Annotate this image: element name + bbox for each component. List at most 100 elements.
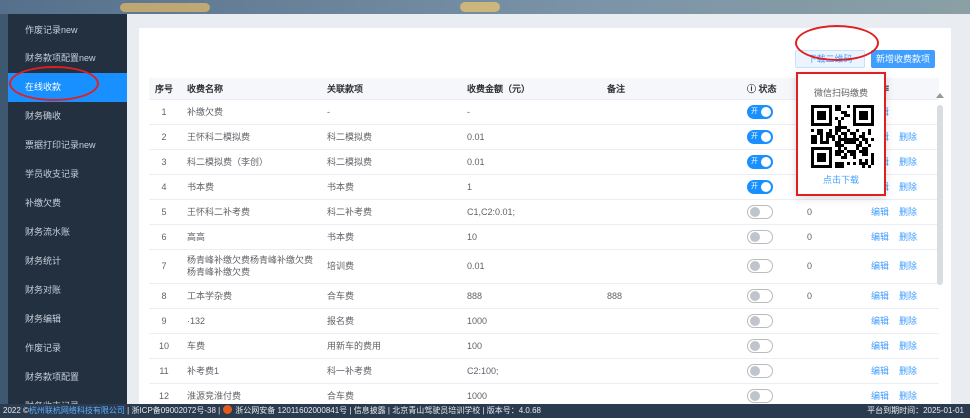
cell-index: 5: [149, 199, 179, 225]
delete-link[interactable]: 删除: [899, 182, 917, 192]
edit-link[interactable]: 编辑: [871, 366, 889, 376]
cell-amount: 10: [459, 224, 599, 250]
delete-link[interactable]: 删除: [899, 316, 917, 326]
cell-remark: [599, 174, 739, 200]
delete-link[interactable]: 删除: [899, 391, 917, 401]
cell-sort: 0: [799, 249, 863, 284]
cell-related: 书本费: [319, 174, 459, 200]
delete-link[interactable]: 删除: [899, 341, 917, 351]
cell-index: 8: [149, 283, 179, 309]
cell-index: 9: [149, 308, 179, 334]
cell-name: 杨青峰补缴欠费杨青峰补缴欠费杨青峰补缴欠费: [179, 249, 319, 284]
edit-link[interactable]: 编辑: [871, 341, 889, 351]
footer-icp[interactable]: | 浙ICP备09002072号-38 |: [127, 406, 220, 415]
scroll-thumb[interactable]: [937, 105, 943, 285]
cell-related: 科一补考费: [319, 358, 459, 384]
cell-amount: 0.01: [459, 124, 599, 150]
sidebar-item[interactable]: 财务对账: [8, 276, 127, 305]
delete-link[interactable]: 删除: [899, 132, 917, 142]
status-toggle[interactable]: 关: [747, 363, 773, 378]
cell-name: 淮源竞淮付费: [179, 383, 319, 404]
add-charge-item-button[interactable]: 新增收费款项: [871, 50, 935, 68]
footer-company-link[interactable]: 杭州联杭网络科技有限公司: [29, 406, 125, 415]
sidebar-item[interactable]: 学员收支记录: [8, 160, 127, 189]
cell-related: 科二模拟费: [319, 149, 459, 175]
edit-link[interactable]: 编辑: [871, 261, 889, 271]
table-row: 12淮源竞淮付费合车费1000 关 编辑删除: [149, 383, 939, 404]
edit-link[interactable]: 编辑: [871, 291, 889, 301]
table-row: 11补考费1科一补考费C2:100; 关 编辑删除: [149, 358, 939, 384]
main-content: 下载二维码 新增收费款项 序号 收费名称 关联款项 收费金额（元） 备注 ⓘ 状…: [127, 14, 970, 404]
cell-amount: 0.01: [459, 249, 599, 284]
cell-amount: 100: [459, 333, 599, 359]
status-toggle[interactable]: 关: [747, 388, 773, 403]
sidebar-item[interactable]: 在线收款: [8, 73, 127, 102]
footer-copyright: 2022 ©: [3, 406, 29, 415]
cell-status: 关: [739, 224, 799, 250]
sidebar-item[interactable]: 财务款项配置: [8, 363, 127, 392]
status-toggle[interactable]: 关: [747, 259, 773, 273]
sidebar-item[interactable]: 作废记录new: [8, 14, 127, 44]
table-row: 5王怀科二补考费科二补考费C1,C2:0.01;关0编辑删除: [149, 199, 939, 225]
cell-index: 1: [149, 99, 179, 125]
edit-link[interactable]: 编辑: [871, 391, 889, 401]
sidebar-item[interactable]: 补缴欠费: [8, 189, 127, 218]
delete-link[interactable]: 删除: [899, 207, 917, 217]
edit-link[interactable]: 编辑: [871, 207, 889, 217]
toggle-knob: [761, 156, 771, 167]
sidebar-item[interactable]: 财务确收: [8, 102, 127, 131]
cell-index: 6: [149, 224, 179, 250]
delete-link[interactable]: 删除: [899, 291, 917, 301]
cell-related: 科二模拟费: [319, 124, 459, 150]
toggle-label: 开: [751, 107, 758, 115]
cell-status: 开: [739, 174, 799, 200]
status-toggle[interactable]: 开: [747, 104, 773, 119]
scroll-up-arrow-icon[interactable]: [936, 93, 944, 98]
edit-link[interactable]: 编辑: [871, 316, 889, 326]
cell-index: 12: [149, 383, 179, 404]
cell-ops: 编辑删除: [863, 224, 939, 250]
status-toggle[interactable]: 关: [747, 204, 773, 219]
cell-index: 10: [149, 333, 179, 359]
delete-link[interactable]: 删除: [899, 232, 917, 242]
delete-link[interactable]: 删除: [899, 261, 917, 271]
footer-police[interactable]: 浙公网安备 12011602000841号 | 信息披露 | 北京青山驾驶员培训…: [235, 406, 541, 415]
status-toggle[interactable]: 关: [747, 288, 773, 303]
delete-link[interactable]: 删除: [899, 157, 917, 167]
cell-remark: [599, 358, 739, 384]
status-toggle[interactable]: 开: [747, 179, 773, 194]
cell-sort: [799, 333, 863, 359]
sidebar-item[interactable]: 财务统计: [8, 247, 127, 276]
toggle-knob: [750, 231, 760, 242]
cell-sort: 0: [799, 283, 863, 309]
sidebar-item[interactable]: 财务流水账: [8, 218, 127, 247]
cell-remark: [599, 149, 739, 175]
cell-ops: 编辑删除: [863, 249, 939, 284]
cell-status: 开: [739, 124, 799, 150]
status-toggle[interactable]: 关: [747, 338, 773, 353]
cell-index: 2: [149, 124, 179, 150]
table-row: 10车费用新车的费用100 关 编辑删除: [149, 333, 939, 359]
header-related: 关联款项: [319, 78, 459, 100]
sidebar-item[interactable]: 财务编辑: [8, 305, 127, 334]
qr-code-icon[interactable]: [811, 105, 874, 168]
sidebar-item[interactable]: 财务收支记录: [8, 392, 127, 404]
cell-ops: 编辑删除: [863, 283, 939, 309]
status-toggle[interactable]: 关: [747, 313, 773, 328]
download-qr-button[interactable]: 下载二维码: [795, 50, 865, 68]
status-toggle[interactable]: 开: [747, 129, 773, 144]
sidebar-item[interactable]: 票据打印记录new: [8, 131, 127, 160]
qr-download-link[interactable]: 点击下载: [798, 173, 884, 186]
status-toggle[interactable]: 开: [747, 154, 773, 169]
status-toggle[interactable]: 关: [747, 229, 773, 244]
header-status: ⓘ 状态: [739, 78, 799, 100]
edit-link[interactable]: 编辑: [871, 232, 889, 242]
sidebar-item[interactable]: 作废记录: [8, 334, 127, 363]
cell-ops: 编辑删除: [863, 199, 939, 225]
sidebar-item[interactable]: 财务款项配置new: [8, 44, 127, 73]
delete-link[interactable]: 删除: [899, 366, 917, 376]
table-row: 7杨青峰补缴欠费杨青峰补缴欠费杨青峰补缴欠费培训费0.01关0编辑删除: [149, 249, 939, 284]
header-index: 序号: [149, 78, 179, 100]
table-scrollbar[interactable]: [934, 93, 946, 404]
toggle-label: 开: [751, 132, 758, 140]
